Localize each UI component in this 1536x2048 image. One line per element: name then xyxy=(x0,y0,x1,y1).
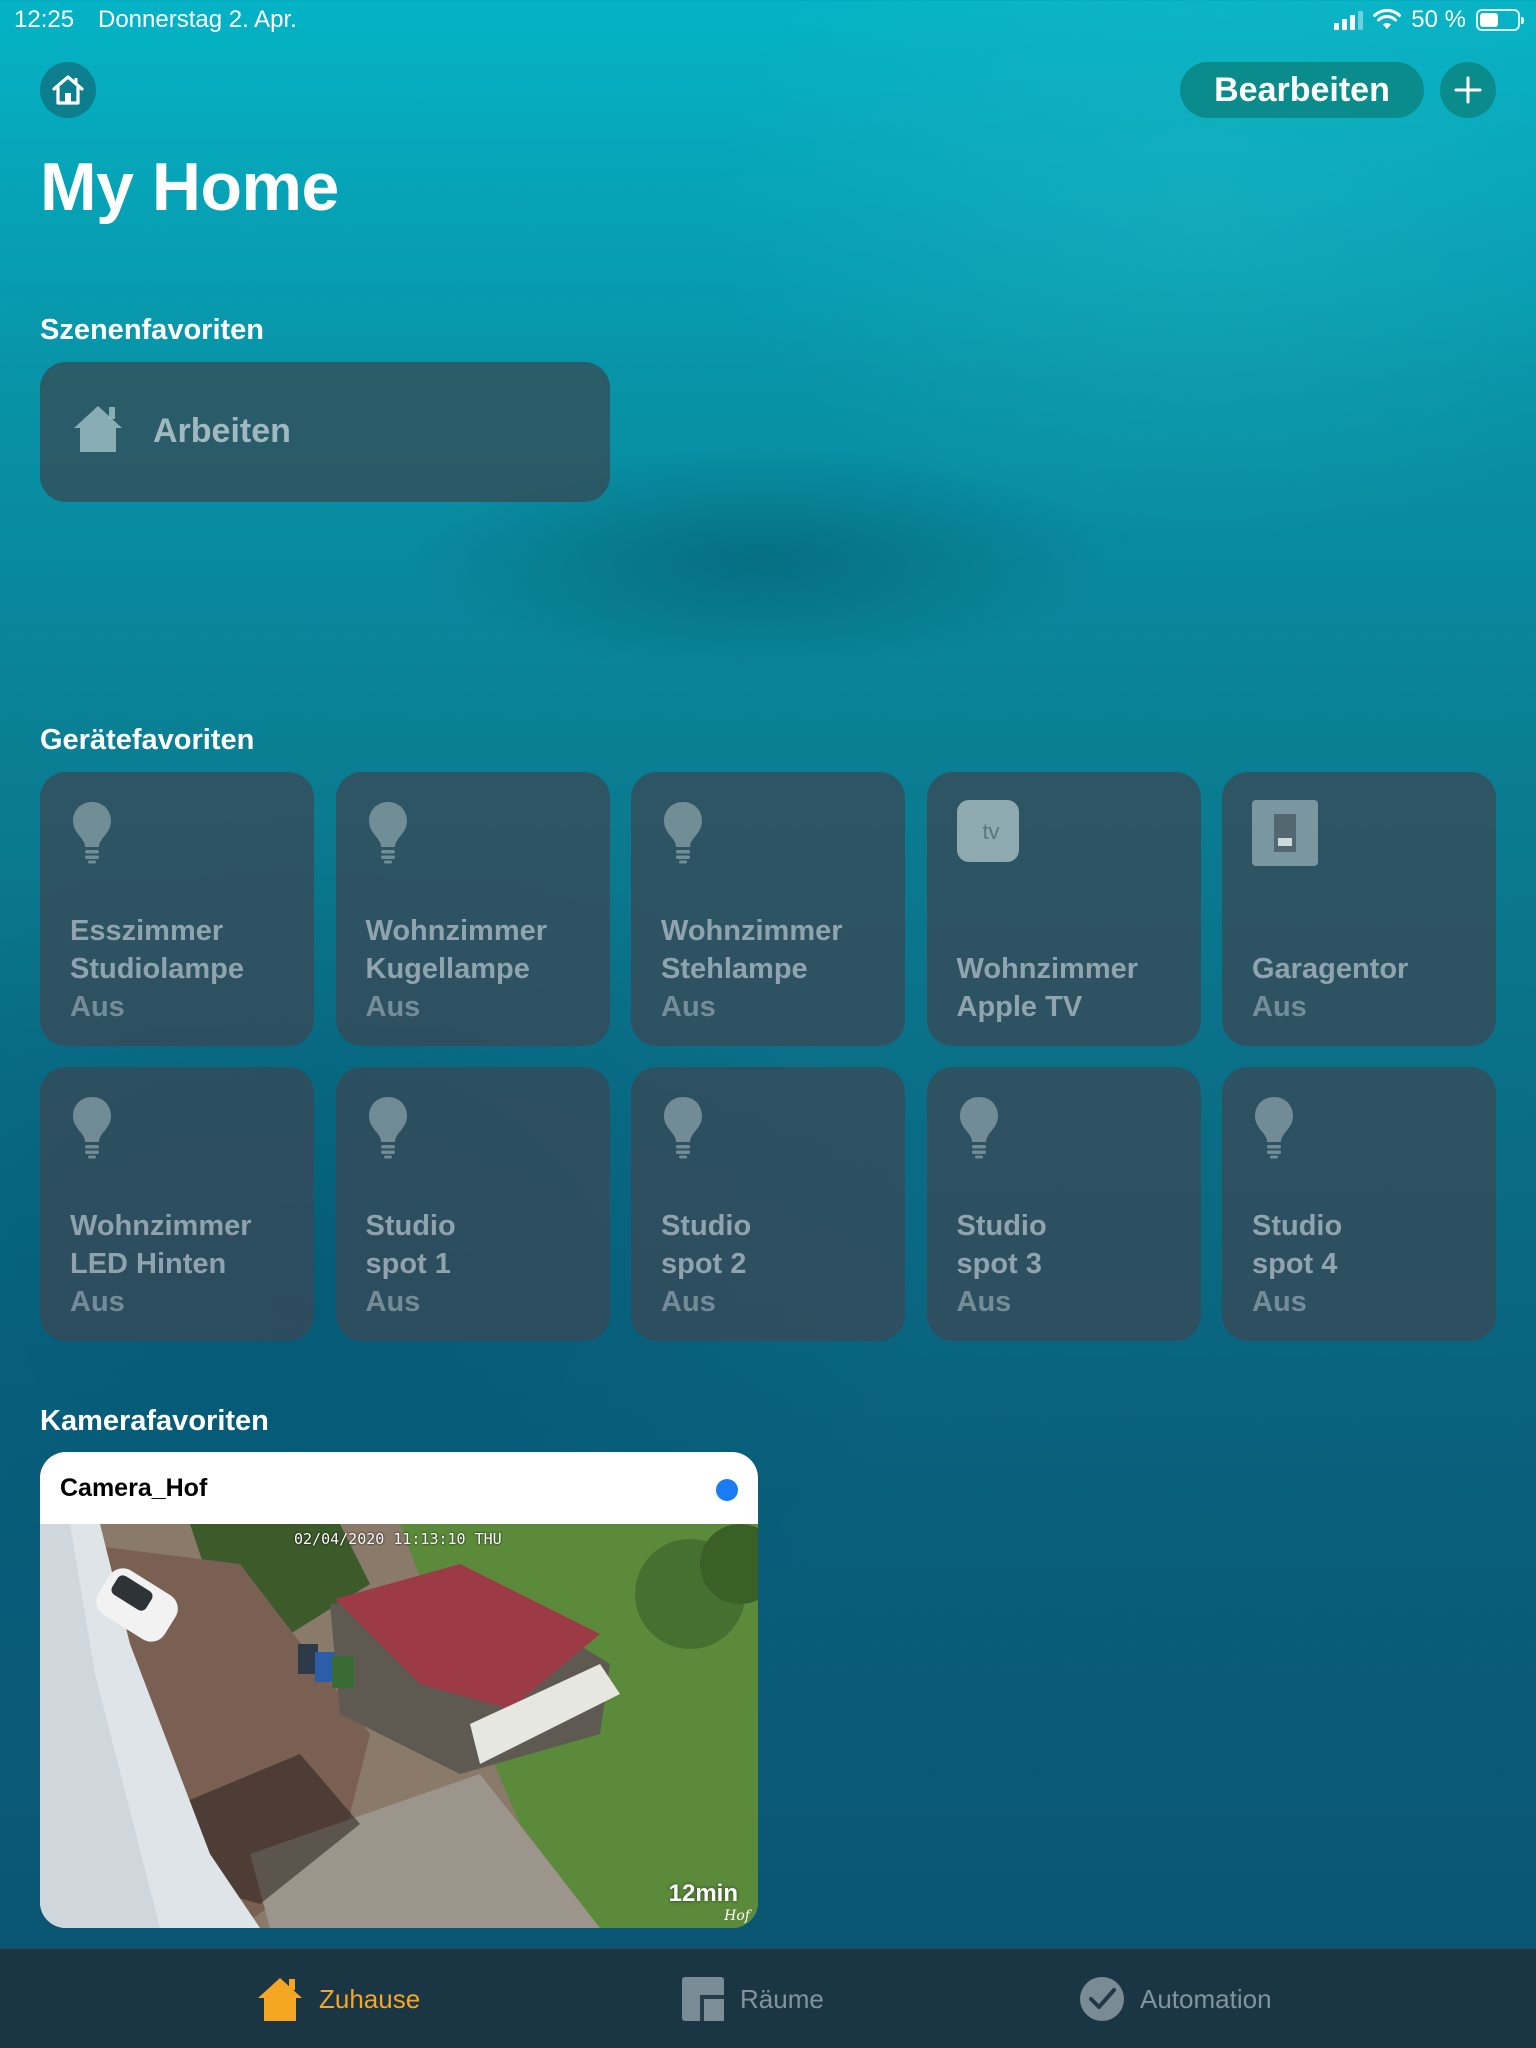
plus-icon xyxy=(1454,76,1482,104)
lightbulb-icon xyxy=(661,1095,705,1164)
apple-tv-icon: tv xyxy=(956,800,1019,867)
device-text: Studio spot 1 Aus xyxy=(366,1207,600,1321)
device-name-line1: Studio xyxy=(1252,1210,1343,1242)
rooms-icon xyxy=(682,1977,724,2021)
edit-button[interactable]: Bearbeiten xyxy=(1180,62,1424,118)
status-date: Donnerstag 2. Apr. xyxy=(98,6,297,33)
tab-label: Automation xyxy=(1140,1983,1272,2014)
device-tile[interactable]: Wohnzimmer LED Hinten Aus xyxy=(40,1067,314,1341)
device-text: Wohnzimmer Apple TV xyxy=(957,950,1191,1026)
tab-bar: Zuhause Räume Automation xyxy=(0,1948,1536,2048)
device-status: Aus xyxy=(1252,1286,1307,1318)
camera-age: 12min xyxy=(668,1880,738,1907)
device-status: Aus xyxy=(661,1286,716,1318)
device-name-line1: Studio xyxy=(956,1210,1047,1242)
lightbulb-icon xyxy=(957,1095,1001,1164)
status-bar: 12:25 Donnerstag 2. Apr. 50 % xyxy=(0,6,1536,36)
lightbulb-icon xyxy=(70,1095,114,1164)
device-name-line2: spot 4 xyxy=(1252,1248,1338,1280)
device-tile[interactable]: Garagentor Aus xyxy=(1222,772,1496,1046)
tab-raeume[interactable]: Räume xyxy=(680,1949,824,2048)
device-name-line1: Studio xyxy=(661,1210,752,1242)
device-status: Aus xyxy=(70,991,125,1023)
device-text: Studio spot 3 Aus xyxy=(957,1207,1191,1321)
checkmark-clock-icon xyxy=(1080,1977,1124,2021)
house-outline-icon xyxy=(52,75,84,105)
scene-tile-arbeiten[interactable]: Arbeiten xyxy=(40,362,610,502)
camera-status-dot xyxy=(716,1479,738,1501)
lightbulb-icon xyxy=(366,800,410,869)
device-tile[interactable]: Studio spot 4 Aus xyxy=(1222,1067,1496,1341)
wifi-icon xyxy=(1373,9,1402,29)
tab-automation[interactable]: Automation xyxy=(1078,1949,1272,2048)
device-name-line2: Garagentor xyxy=(1252,953,1409,985)
device-text: Wohnzimmer LED Hinten Aus xyxy=(70,1207,304,1321)
tab-label: Zuhause xyxy=(319,1983,421,2014)
device-name-line2: LED Hinten xyxy=(70,1248,227,1280)
device-text: Wohnzimmer Kugellampe Aus xyxy=(366,912,600,1026)
device-text: Wohnzimmer Stehlampe Aus xyxy=(661,912,895,1026)
device-name-line2: Studiolampe xyxy=(70,953,245,985)
garage-door-icon xyxy=(1252,800,1318,871)
house-filled-icon xyxy=(74,406,122,452)
house-filled-icon xyxy=(258,1978,302,2021)
device-text: Garagentor Aus xyxy=(1252,950,1486,1026)
camera-name: Camera_Hof xyxy=(60,1474,208,1502)
device-tile[interactable]: tv Wohnzimmer Apple TV xyxy=(926,772,1201,1046)
camera-timestamp: 02/04/2020 11:13:10 THU xyxy=(294,1530,502,1548)
status-indicators: 50 % xyxy=(1334,6,1524,34)
tab-zuhause[interactable]: Zuhause xyxy=(255,1949,420,2048)
device-text: Esszimmer Studiolampe Aus xyxy=(70,912,304,1026)
battery-percent: 50 % xyxy=(1411,6,1466,33)
device-name-line1: Wohnzimmer xyxy=(70,1210,252,1242)
device-name-line2: spot 1 xyxy=(365,1248,451,1280)
scene-label: Arbeiten xyxy=(153,412,291,450)
device-name-line2: Stehlampe xyxy=(661,953,808,985)
device-tile[interactable]: Studio spot 1 Aus xyxy=(335,1067,610,1341)
lightbulb-icon xyxy=(70,800,114,869)
device-status: Aus xyxy=(70,1286,125,1318)
lightbulb-icon xyxy=(366,1095,410,1164)
status-time: 12:25 xyxy=(14,6,75,33)
camera-snapshot[interactable] xyxy=(40,1524,758,1928)
device-name-line1: Wohnzimmer xyxy=(956,953,1139,985)
device-text: Studio spot 2 Aus xyxy=(661,1207,895,1321)
lightbulb-icon xyxy=(661,800,705,869)
device-text: Studio spot 4 Aus xyxy=(1252,1207,1486,1321)
camera-overlay-label: Hof xyxy=(724,1908,750,1924)
device-status: Aus xyxy=(365,991,421,1023)
tab-label: Räume xyxy=(740,1983,824,2014)
device-name-line2: Kugellampe xyxy=(365,953,530,985)
device-tile[interactable]: Wohnzimmer Kugellampe Aus xyxy=(335,772,610,1046)
device-status: Aus xyxy=(365,1286,421,1318)
device-status: Aus xyxy=(661,991,716,1023)
device-status: Aus xyxy=(956,1286,1012,1318)
lightbulb-icon xyxy=(1252,1095,1296,1164)
home-button[interactable] xyxy=(40,62,96,118)
section-title-devices: Gerätefavoriten xyxy=(40,724,255,756)
device-tile[interactable]: Studio spot 2 Aus xyxy=(631,1067,905,1341)
section-title-scenes: Szenenfavoriten xyxy=(40,314,264,346)
device-tile[interactable]: Wohnzimmer Stehlampe Aus xyxy=(631,772,905,1046)
svg-text:tv: tv xyxy=(982,819,999,844)
device-name-line1: Studio xyxy=(365,1210,456,1242)
device-name-line2: spot 2 xyxy=(661,1248,747,1280)
device-name-line1: Wohnzimmer xyxy=(365,915,548,947)
battery-icon xyxy=(1476,9,1524,31)
device-name-line2: Apple TV xyxy=(956,991,1083,1023)
device-tile[interactable]: Esszimmer Studiolampe Aus xyxy=(40,772,314,1046)
device-name-line1: Wohnzimmer xyxy=(661,915,843,947)
device-name-line1: Esszimmer xyxy=(70,915,224,947)
section-title-cameras: Kamerafavoriten xyxy=(40,1405,269,1437)
device-status: Aus xyxy=(1252,991,1307,1023)
device-tile[interactable]: Studio spot 3 Aus xyxy=(926,1067,1201,1341)
device-name-line2: spot 3 xyxy=(956,1248,1042,1280)
page-title: My Home xyxy=(40,149,339,225)
cellular-signal-icon xyxy=(1334,10,1364,30)
device-grid: Esszimmer Studiolampe Aus Wohnzimmer Kugella… xyxy=(40,772,1496,1341)
camera-card[interactable]: Camera_Hof 02/04/2020 11:13:10 THU 12min… xyxy=(40,1452,758,1928)
add-button[interactable] xyxy=(1440,62,1496,118)
